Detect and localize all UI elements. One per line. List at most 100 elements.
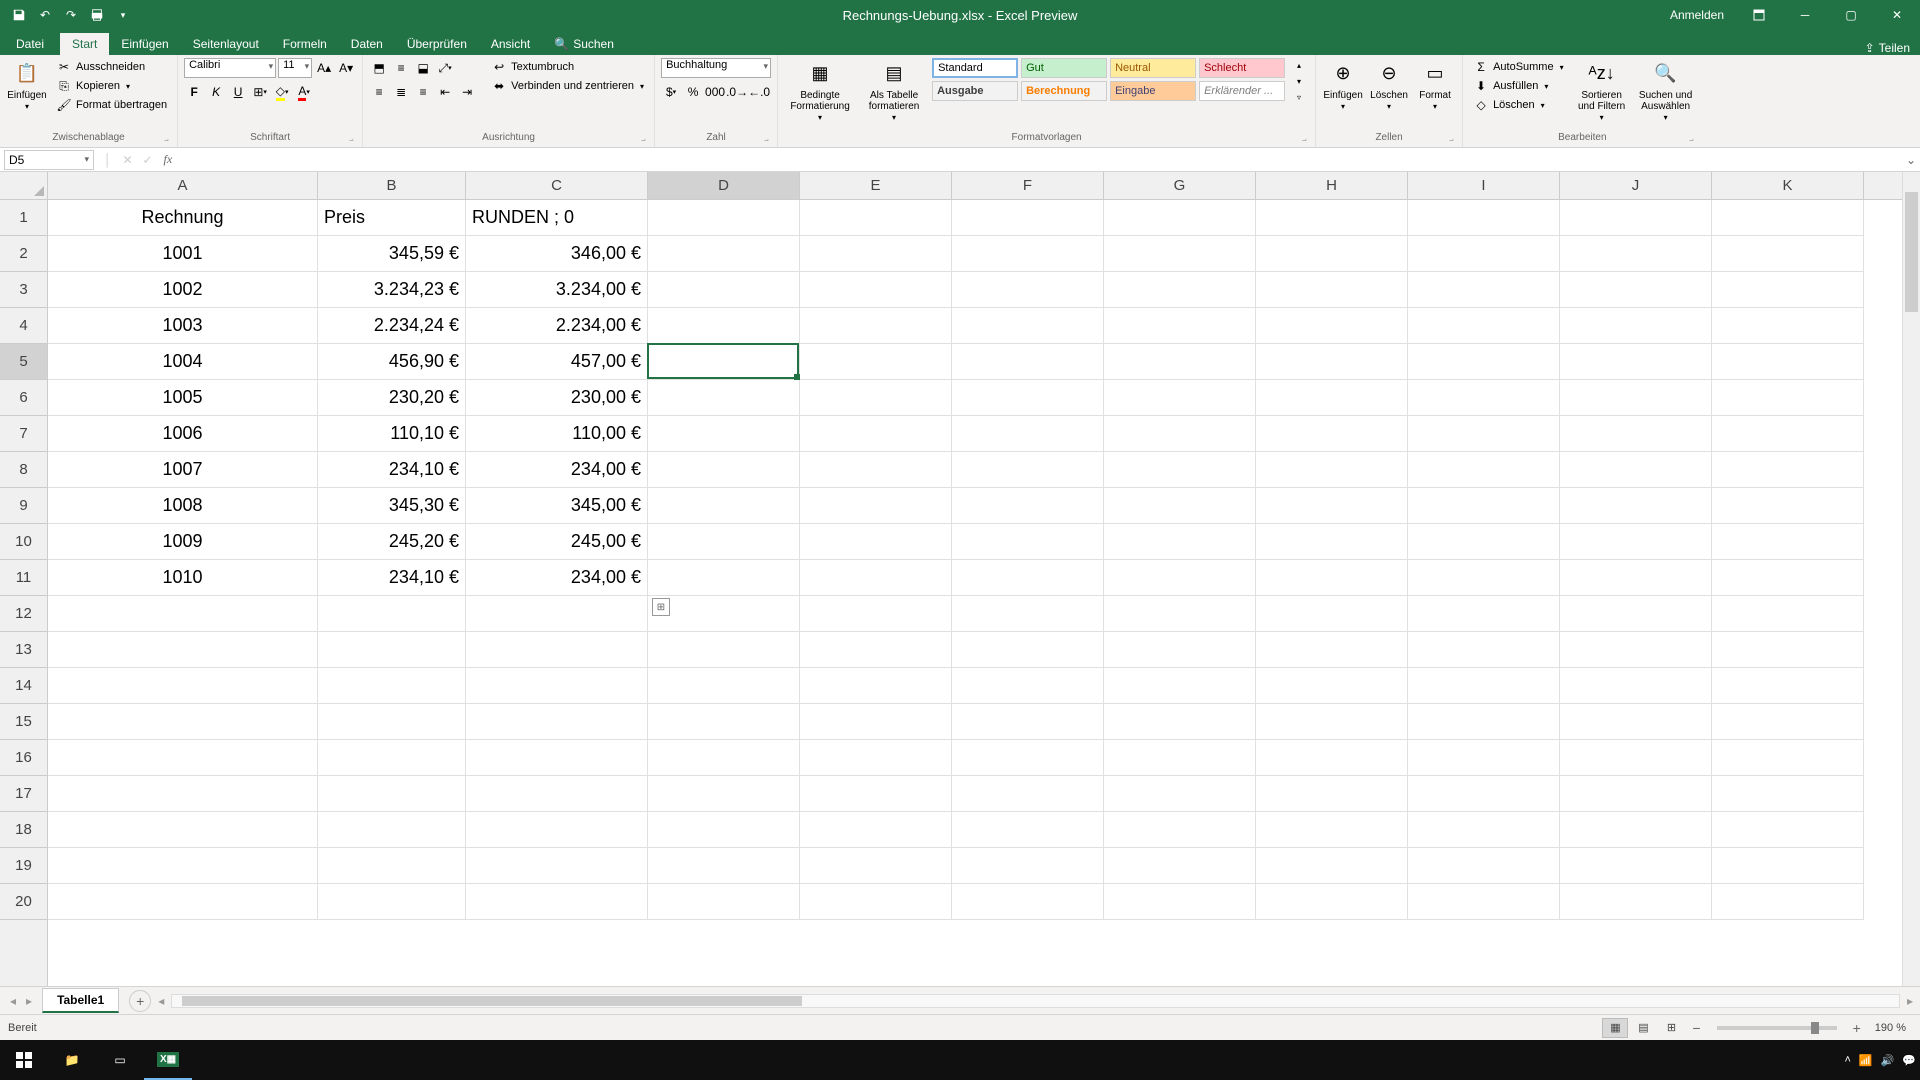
cell-D17[interactable] — [648, 776, 800, 812]
row-header-17[interactable]: 17 — [0, 776, 47, 812]
cell-F19[interactable] — [952, 848, 1104, 884]
cell-E14[interactable] — [800, 668, 952, 704]
cell-C12[interactable] — [466, 596, 648, 632]
cell-C3[interactable]: 3.234,00 € — [466, 272, 648, 308]
formula-input[interactable] — [178, 150, 1902, 170]
fill-color-button[interactable]: ◇▾ — [272, 82, 292, 102]
cell-C11[interactable]: 234,00 € — [466, 560, 648, 596]
taskbar-app-1[interactable]: ▭ — [96, 1040, 144, 1080]
row-header-15[interactable]: 15 — [0, 704, 47, 740]
cell-C17[interactable] — [466, 776, 648, 812]
tab-view[interactable]: Ansicht — [479, 33, 542, 55]
cell-styles-gallery[interactable]: Standard Gut Neutral Schlecht Ausgabe Be… — [932, 58, 1285, 101]
cell-K4[interactable] — [1712, 308, 1864, 344]
find-select-button[interactable]: 🔍Suchen und Auswählen▾ — [1636, 58, 1696, 125]
cell-I2[interactable] — [1408, 236, 1560, 272]
sheet-tab-tabelle1[interactable]: Tabelle1 — [42, 988, 119, 1013]
cells-area[interactable]: RechnungPreisRUNDEN ; 01001345,59 €346,0… — [48, 200, 1902, 986]
cell-J20[interactable] — [1560, 884, 1712, 920]
italic-button[interactable]: K — [206, 82, 226, 102]
cell-C7[interactable]: 110,00 € — [466, 416, 648, 452]
cell-G16[interactable] — [1104, 740, 1256, 776]
column-header-C[interactable]: C — [466, 172, 648, 199]
cell-F16[interactable] — [952, 740, 1104, 776]
row-header-6[interactable]: 6 — [0, 380, 47, 416]
cell-B3[interactable]: 3.234,23 € — [318, 272, 466, 308]
cell-B13[interactable] — [318, 632, 466, 668]
cell-J11[interactable] — [1560, 560, 1712, 596]
zoom-slider[interactable] — [1717, 1026, 1837, 1030]
cell-F20[interactable] — [952, 884, 1104, 920]
cell-K3[interactable] — [1712, 272, 1864, 308]
redo-button[interactable]: ↷ — [60, 4, 82, 26]
cell-D12[interactable] — [648, 596, 800, 632]
style-gut[interactable]: Gut — [1021, 58, 1107, 78]
cancel-formula-button[interactable]: ✕ — [118, 150, 138, 170]
cell-H18[interactable] — [1256, 812, 1408, 848]
row-header-16[interactable]: 16 — [0, 740, 47, 776]
cell-I9[interactable] — [1408, 488, 1560, 524]
row-header-9[interactable]: 9 — [0, 488, 47, 524]
cell-D15[interactable] — [648, 704, 800, 740]
cell-A3[interactable]: 1002 — [48, 272, 318, 308]
cell-K19[interactable] — [1712, 848, 1864, 884]
cell-H19[interactable] — [1256, 848, 1408, 884]
cell-E18[interactable] — [800, 812, 952, 848]
increase-font-button[interactable]: A▴ — [314, 58, 334, 78]
insert-cells-button[interactable]: ⊕Einfügen▾ — [1322, 58, 1364, 114]
align-bottom-button[interactable]: ⬓ — [413, 58, 433, 78]
cell-H9[interactable] — [1256, 488, 1408, 524]
share-button[interactable]: ⇪ Teilen — [1865, 41, 1910, 55]
cell-G17[interactable] — [1104, 776, 1256, 812]
cell-C4[interactable]: 2.234,00 € — [466, 308, 648, 344]
row-header-18[interactable]: 18 — [0, 812, 47, 848]
cell-H3[interactable] — [1256, 272, 1408, 308]
style-eingabe[interactable]: Eingabe — [1110, 81, 1196, 101]
cell-I4[interactable] — [1408, 308, 1560, 344]
cell-E9[interactable] — [800, 488, 952, 524]
cell-I20[interactable] — [1408, 884, 1560, 920]
cell-G8[interactable] — [1104, 452, 1256, 488]
column-header-F[interactable]: F — [952, 172, 1104, 199]
cell-A16[interactable] — [48, 740, 318, 776]
cell-B5[interactable]: 456,90 € — [318, 344, 466, 380]
cell-G11[interactable] — [1104, 560, 1256, 596]
cell-C8[interactable]: 234,00 € — [466, 452, 648, 488]
cell-H1[interactable] — [1256, 200, 1408, 236]
cell-A17[interactable] — [48, 776, 318, 812]
row-header-8[interactable]: 8 — [0, 452, 47, 488]
cell-F11[interactable] — [952, 560, 1104, 596]
hscroll-thumb[interactable] — [182, 996, 802, 1006]
cell-A18[interactable] — [48, 812, 318, 848]
cell-A20[interactable] — [48, 884, 318, 920]
cell-A10[interactable]: 1009 — [48, 524, 318, 560]
cell-J17[interactable] — [1560, 776, 1712, 812]
cell-I1[interactable] — [1408, 200, 1560, 236]
cell-B20[interactable] — [318, 884, 466, 920]
cell-I17[interactable] — [1408, 776, 1560, 812]
fx-icon[interactable]: fx — [158, 152, 179, 167]
taskbar-excel[interactable]: X▦ — [144, 1040, 192, 1080]
cell-G12[interactable] — [1104, 596, 1256, 632]
bold-button[interactable]: F — [184, 82, 204, 102]
cell-F6[interactable] — [952, 380, 1104, 416]
cell-J10[interactable] — [1560, 524, 1712, 560]
cell-C19[interactable] — [466, 848, 648, 884]
cell-G9[interactable] — [1104, 488, 1256, 524]
cell-I10[interactable] — [1408, 524, 1560, 560]
cell-B16[interactable] — [318, 740, 466, 776]
cell-F17[interactable] — [952, 776, 1104, 812]
cell-I3[interactable] — [1408, 272, 1560, 308]
cell-A8[interactable]: 1007 — [48, 452, 318, 488]
row-header-13[interactable]: 13 — [0, 632, 47, 668]
tray-volume-icon[interactable]: 🔊 — [1881, 1054, 1895, 1067]
cell-K18[interactable] — [1712, 812, 1864, 848]
clear-button[interactable]: ◇Löschen▾ — [1469, 96, 1568, 114]
undo-button[interactable]: ↶ — [34, 4, 56, 26]
cell-C16[interactable] — [466, 740, 648, 776]
cell-K16[interactable] — [1712, 740, 1864, 776]
cell-H16[interactable] — [1256, 740, 1408, 776]
column-header-K[interactable]: K — [1712, 172, 1864, 199]
cell-G18[interactable] — [1104, 812, 1256, 848]
cell-G3[interactable] — [1104, 272, 1256, 308]
